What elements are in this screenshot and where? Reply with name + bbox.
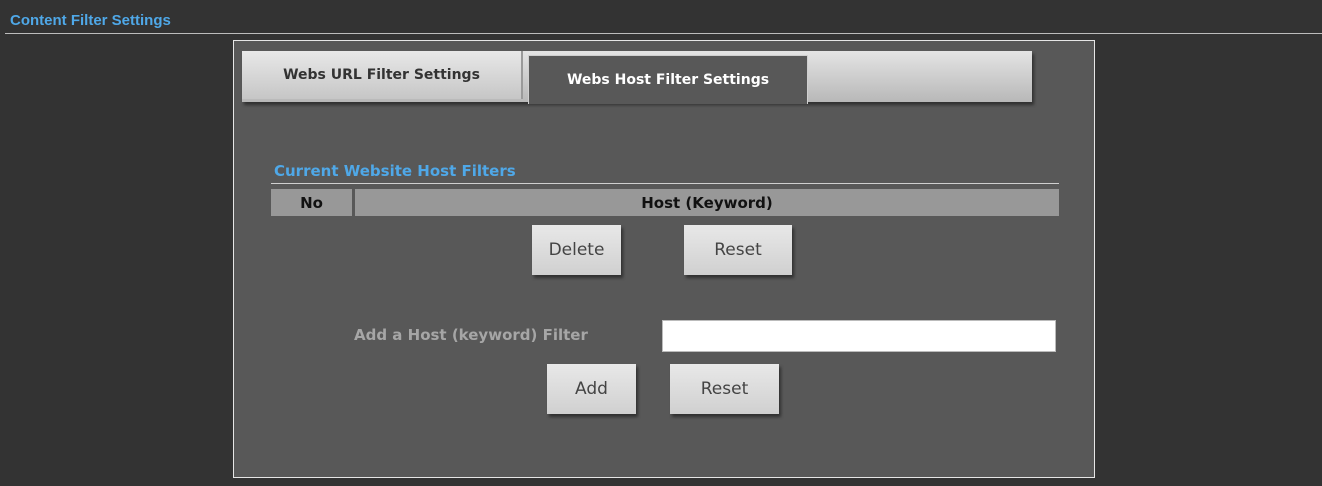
page-title: Content Filter Settings (10, 12, 171, 29)
tab-webs-url-filter-settings[interactable]: Webs URL Filter Settings (242, 51, 523, 99)
filter-panel: Webs URL Filter Settings Webs Host Filte… (233, 40, 1095, 478)
add-button[interactable]: Add (547, 364, 636, 414)
host-keyword-input[interactable] (662, 320, 1056, 352)
header-divider (5, 33, 1322, 34)
page-header: Content Filter Settings (0, 0, 1322, 34)
section-divider (271, 183, 1059, 184)
reset-add-button[interactable]: Reset (670, 364, 779, 414)
tab-webs-host-filter-settings[interactable]: Webs Host Filter Settings (528, 55, 808, 104)
host-filter-table-header: No Host (Keyword) (271, 189, 1059, 216)
column-header-host-keyword: Host (Keyword) (641, 193, 773, 212)
section-title: Current Website Host Filters (274, 162, 516, 180)
delete-button[interactable]: Delete (532, 225, 621, 275)
tab-bar: Webs URL Filter Settings Webs Host Filte… (242, 51, 1032, 104)
reset-filters-button[interactable]: Reset (684, 225, 792, 275)
add-host-filter-label: Add a Host (keyword) Filter (354, 326, 588, 344)
column-header-no: No (271, 189, 355, 216)
